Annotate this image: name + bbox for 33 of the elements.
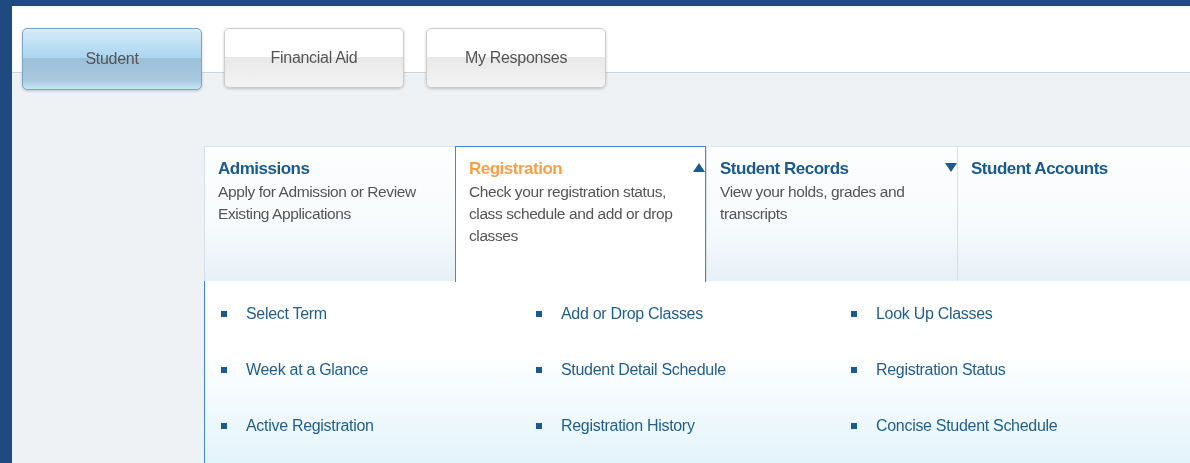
category-card[interactable]: Student Records View your holds, grades and transcripts [706,146,957,281]
menu-link[interactable]: Select Term [246,305,327,323]
menu-link[interactable]: Week at a Glance [246,361,369,379]
tab[interactable]: My Responses [426,28,606,88]
bullet-icon [851,311,857,317]
tab[interactable]: Financial Aid [224,28,404,88]
menu-link[interactable]: Active Registration [246,417,374,435]
bullet-icon [221,311,227,317]
bullet-icon [851,423,857,429]
category-description: Apply for Admission or Review Existing Applications [218,182,417,224]
category-description: View your holds, grades and transcripts [720,182,906,224]
bullet-icon [221,367,227,373]
menu-link[interactable]: Registration History [561,417,695,435]
category-card[interactable]: Student Accounts [957,146,1190,281]
menu-link[interactable]: Concise Student Schedule [876,417,1058,435]
caret-down-icon[interactable] [945,163,957,172]
bullet-icon [536,367,542,373]
category-title[interactable]: Student Records [720,159,849,179]
category-card[interactable]: Admissions Apply for Admission or Review Existing Applications [204,146,455,281]
tab[interactable]: Student [22,28,202,90]
menu-link[interactable]: Student Detail Schedule [561,361,726,379]
bullet-icon [221,423,227,429]
category-title[interactable]: Admissions [218,159,310,179]
category-card[interactable]: Registration Check your registration status, class schedule and add or drop classes [455,146,706,282]
bullet-icon [536,311,542,317]
bullet-icon [536,423,542,429]
menu-link[interactable]: Look Up Classes [876,305,993,323]
menu-link[interactable]: Registration Status [876,361,1006,379]
menu-link[interactable]: Add or Drop Classes [561,305,703,323]
caret-up-icon[interactable] [693,163,705,172]
category-description: Check your registration status, class schedule and add or drop classes [469,182,674,246]
bullet-icon [851,367,857,373]
category-title[interactable]: Student Accounts [971,159,1108,179]
